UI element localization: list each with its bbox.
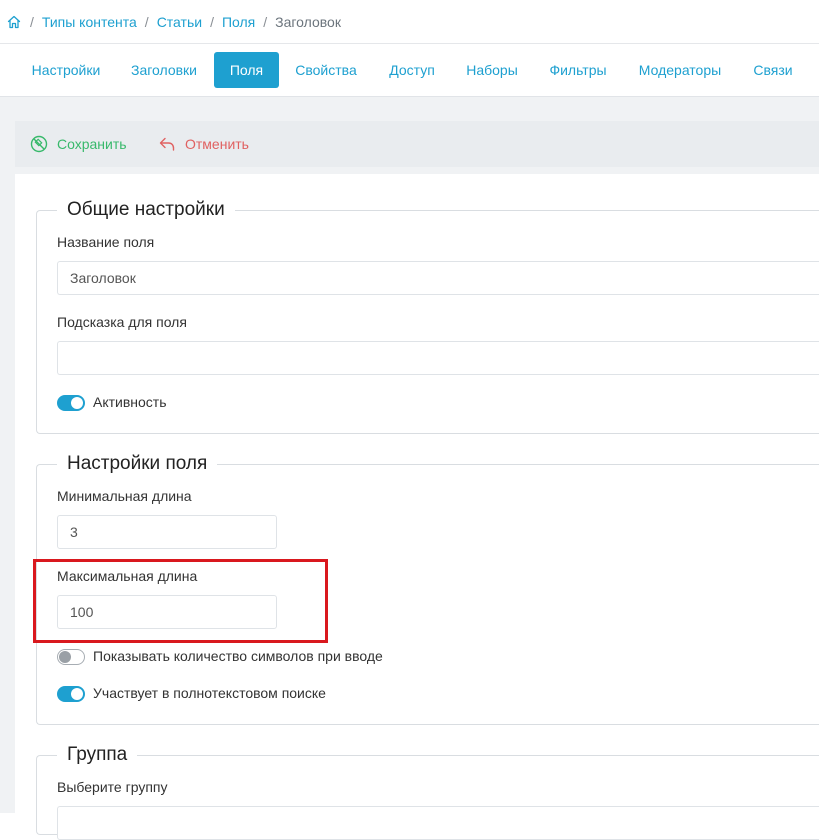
- general-settings-legend: Общие настройки: [57, 198, 235, 222]
- fulltext-toggle-label: Участвует в полнотекстовом поиске: [93, 685, 326, 701]
- toggle-knob: [59, 651, 71, 663]
- tab-titles[interactable]: Заголовки: [121, 52, 207, 88]
- field-hint-label: Подсказка для поля: [57, 314, 187, 330]
- breadcrumb-separator: /: [210, 13, 214, 30]
- min-length-input[interactable]: 3: [57, 515, 277, 549]
- breadcrumb: / Типы контента / Статьи / Поля / Заголо…: [0, 0, 819, 43]
- breadcrumb-link-content-types[interactable]: Типы контента: [42, 14, 137, 30]
- group-legend: Группа: [57, 743, 138, 767]
- breadcrumb-separator: /: [30, 13, 34, 30]
- tab-relations[interactable]: Связи: [744, 52, 802, 88]
- field-name-label: Название поля: [57, 234, 155, 250]
- breadcrumb-link-articles[interactable]: Статьи: [157, 14, 202, 30]
- tab-settings[interactable]: Настройки: [21, 52, 111, 88]
- tab-moderators[interactable]: Модераторы: [628, 52, 732, 88]
- cancel-button-label: Отменить: [185, 136, 249, 152]
- tab-access[interactable]: Доступ: [378, 52, 446, 88]
- save-icon: [30, 135, 57, 153]
- breadcrumb-link-fields[interactable]: Поля: [222, 14, 255, 30]
- show-count-toggle-label: Показывать количество символов при вводе: [93, 648, 383, 664]
- active-toggle-label: Активность: [93, 394, 167, 410]
- tab-properties[interactable]: Свойства: [286, 52, 366, 88]
- undo-icon: [158, 135, 185, 153]
- field-settings-legend: Настройки поля: [57, 452, 218, 476]
- tab-bar: Настройки Заголовки Поля Свойства Доступ…: [0, 44, 819, 97]
- home-icon[interactable]: [6, 14, 22, 30]
- breadcrumb-separator: /: [263, 13, 268, 30]
- active-toggle[interactable]: [57, 395, 85, 411]
- tab-fields[interactable]: Поля: [214, 52, 279, 88]
- tab-filters[interactable]: Фильтры: [539, 52, 617, 88]
- highlight-box: [33, 559, 328, 643]
- field-name-input[interactable]: Заголовок: [57, 261, 819, 295]
- breadcrumb-separator: /: [144, 13, 149, 30]
- fulltext-toggle[interactable]: [57, 686, 85, 702]
- save-button-label: Сохранить: [57, 136, 127, 152]
- field-hint-input[interactable]: [57, 341, 819, 375]
- toolbar: Сохранить Отменить: [15, 121, 819, 167]
- toggle-knob: [71, 688, 83, 700]
- min-length-label: Минимальная длина: [57, 488, 192, 504]
- group-select-label: Выберите группу: [57, 779, 168, 795]
- group-select[interactable]: [57, 806, 819, 840]
- tab-sets[interactable]: Наборы: [456, 52, 528, 88]
- breadcrumb-current: Заголовок: [275, 13, 341, 30]
- show-count-toggle[interactable]: [57, 649, 85, 665]
- toggle-knob: [71, 397, 83, 409]
- cancel-button[interactable]: Отменить: [158, 134, 249, 154]
- save-button[interactable]: Сохранить: [30, 134, 127, 154]
